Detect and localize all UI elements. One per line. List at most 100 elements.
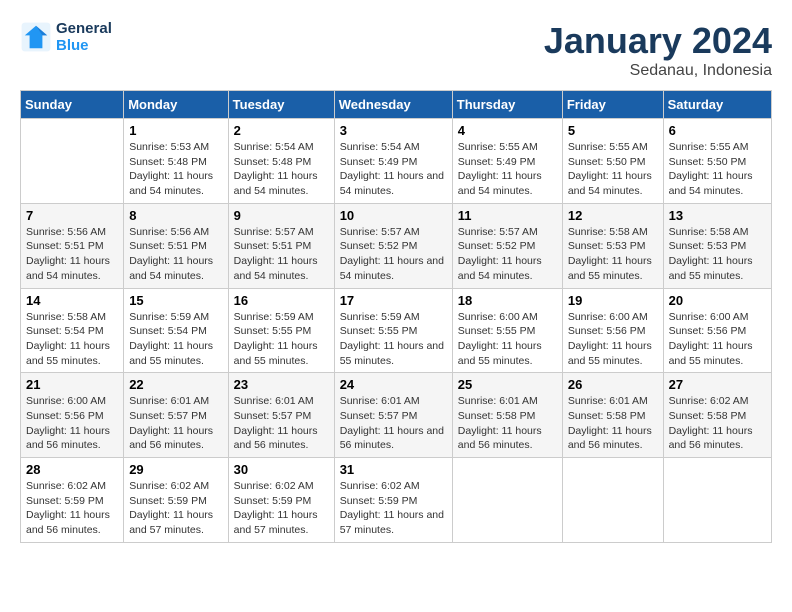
week-row-1: 1Sunrise: 5:53 AMSunset: 5:48 PMDaylight… — [21, 119, 772, 204]
week-row-5: 28 Sunrise: 6:02 AMSunset: 5:59 PMDayligh… — [21, 458, 772, 543]
day-number: 14 — [26, 293, 118, 308]
day-number: 21 — [26, 377, 118, 392]
day-number: 10 — [340, 208, 447, 223]
day-number: 23 — [234, 377, 329, 392]
day-cell-7: 7 Sunrise: 5:56 AMSunset: 5:51 PMDaylight… — [21, 203, 124, 288]
weekday-header-monday: Monday — [124, 91, 228, 119]
day-info: Sunrise: 6:02 AMSunset: 5:58 PMDaylight:… — [669, 394, 766, 453]
day-info: Sunrise: 5:54 AMSunset: 5:49 PMDaylight:… — [340, 140, 447, 199]
day-number: 29 — [129, 462, 222, 477]
day-number: 12 — [568, 208, 658, 223]
day-cell-14: 14 Sunrise: 5:58 AMSunset: 5:54 PMDayligh… — [21, 288, 124, 373]
day-cell-22: 22 Sunrise: 6:01 AMSunset: 5:57 PMDayligh… — [124, 373, 228, 458]
day-cell-31: 31 Sunrise: 6:02 AMSunset: 5:59 PMDayligh… — [334, 458, 452, 543]
day-number: 11 — [458, 208, 557, 223]
day-cell-16: 16Sunrise: 5:59 AMSunset: 5:55 PMDayligh… — [228, 288, 334, 373]
day-info: Sunrise: 6:02 AMSunset: 5:59 PMDaylight:… — [340, 479, 447, 538]
day-cell-27: 27 Sunrise: 6:02 AMSunset: 5:58 PMDayligh… — [663, 373, 771, 458]
day-cell-6: 6Sunrise: 5:55 AMSunset: 5:50 PMDaylight… — [663, 119, 771, 204]
day-info: Sunrise: 6:01 AMSunset: 5:57 PMDaylight:… — [129, 394, 222, 453]
logo-text: General Blue — [56, 20, 112, 54]
day-cell-12: 12 Sunrise: 5:58 AMSunset: 5:53 PMDayligh… — [562, 203, 663, 288]
day-number: 5 — [568, 123, 658, 138]
day-info: Sunrise: 6:02 AMSunset: 5:59 PMDaylight:… — [26, 479, 118, 538]
day-cell-20: 20Sunrise: 6:00 AMSunset: 5:56 PMDayligh… — [663, 288, 771, 373]
calendar-table: SundayMondayTuesdayWednesdayThursdayFrid… — [20, 90, 772, 543]
day-cell-3: 3Sunrise: 5:54 AMSunset: 5:49 PMDaylight… — [334, 119, 452, 204]
week-row-2: 7 Sunrise: 5:56 AMSunset: 5:51 PMDaylight… — [21, 203, 772, 288]
empty-cell — [21, 119, 124, 204]
day-number: 22 — [129, 377, 222, 392]
day-info: Sunrise: 5:59 AMSunset: 5:55 PMDaylight:… — [340, 310, 447, 369]
day-info: Sunrise: 5:57 AMSunset: 5:52 PMDaylight:… — [340, 225, 447, 284]
weekday-header-row: SundayMondayTuesdayWednesdayThursdayFrid… — [21, 91, 772, 119]
day-number: 31 — [340, 462, 447, 477]
title-block: January 2024 Sedanau, Indonesia — [544, 20, 772, 80]
day-info: Sunrise: 6:02 AMSunset: 5:59 PMDaylight:… — [234, 479, 329, 538]
day-cell-17: 17 Sunrise: 5:59 AMSunset: 5:55 PMDayligh… — [334, 288, 452, 373]
week-row-3: 14 Sunrise: 5:58 AMSunset: 5:54 PMDayligh… — [21, 288, 772, 373]
day-cell-15: 15 Sunrise: 5:59 AMSunset: 5:54 PMDayligh… — [124, 288, 228, 373]
day-cell-8: 8Sunrise: 5:56 AMSunset: 5:51 PMDaylight… — [124, 203, 228, 288]
day-info: Sunrise: 6:00 AMSunset: 5:56 PMDaylight:… — [568, 310, 658, 369]
weekday-header-saturday: Saturday — [663, 91, 771, 119]
day-cell-19: 19 Sunrise: 6:00 AMSunset: 5:56 PMDayligh… — [562, 288, 663, 373]
day-number: 6 — [669, 123, 766, 138]
day-number: 25 — [458, 377, 557, 392]
day-cell-9: 9 Sunrise: 5:57 AMSunset: 5:51 PMDaylight… — [228, 203, 334, 288]
day-cell-2: 2Sunrise: 5:54 AMSunset: 5:48 PMDaylight… — [228, 119, 334, 204]
weekday-header-tuesday: Tuesday — [228, 91, 334, 119]
calendar-title: January 2024 — [544, 20, 772, 62]
weekday-header-sunday: Sunday — [21, 91, 124, 119]
day-info: Sunrise: 6:02 AMSunset: 5:59 PMDaylight:… — [129, 479, 222, 538]
day-info: Sunrise: 5:58 AMSunset: 5:53 PMDaylight:… — [568, 225, 658, 284]
day-number: 9 — [234, 208, 329, 223]
day-number: 27 — [669, 377, 766, 392]
day-number: 30 — [234, 462, 329, 477]
calendar-subtitle: Sedanau, Indonesia — [544, 62, 772, 80]
day-info: Sunrise: 6:01 AMSunset: 5:58 PMDaylight:… — [568, 394, 658, 453]
day-number: 19 — [568, 293, 658, 308]
day-cell-25: 25 Sunrise: 6:01 AMSunset: 5:58 PMDayligh… — [452, 373, 562, 458]
day-number: 15 — [129, 293, 222, 308]
logo-icon — [20, 21, 52, 53]
day-info: Sunrise: 5:53 AMSunset: 5:48 PMDaylight:… — [129, 140, 222, 199]
week-row-4: 21 Sunrise: 6:00 AMSunset: 5:56 PMDayligh… — [21, 373, 772, 458]
day-info: Sunrise: 5:57 AMSunset: 5:51 PMDaylight:… — [234, 225, 329, 284]
weekday-header-thursday: Thursday — [452, 91, 562, 119]
day-cell-28: 28 Sunrise: 6:02 AMSunset: 5:59 PMDayligh… — [21, 458, 124, 543]
day-cell-11: 11 Sunrise: 5:57 AMSunset: 5:52 PMDayligh… — [452, 203, 562, 288]
weekday-header-friday: Friday — [562, 91, 663, 119]
day-number: 26 — [568, 377, 658, 392]
day-number: 2 — [234, 123, 329, 138]
empty-cell — [663, 458, 771, 543]
day-info: Sunrise: 5:55 AMSunset: 5:49 PMDaylight:… — [458, 140, 557, 199]
day-cell-5: 5Sunrise: 5:55 AMSunset: 5:50 PMDaylight… — [562, 119, 663, 204]
day-cell-24: 24Sunrise: 6:01 AMSunset: 5:57 PMDayligh… — [334, 373, 452, 458]
day-info: Sunrise: 6:00 AMSunset: 5:55 PMDaylight:… — [458, 310, 557, 369]
day-cell-18: 18 Sunrise: 6:00 AMSunset: 5:55 PMDayligh… — [452, 288, 562, 373]
day-number: 28 — [26, 462, 118, 477]
day-info: Sunrise: 6:00 AMSunset: 5:56 PMDaylight:… — [26, 394, 118, 453]
day-number: 13 — [669, 208, 766, 223]
logo: General Blue — [20, 20, 112, 54]
day-cell-21: 21 Sunrise: 6:00 AMSunset: 5:56 PMDayligh… — [21, 373, 124, 458]
day-info: Sunrise: 5:56 AMSunset: 5:51 PMDaylight:… — [26, 225, 118, 284]
day-number: 20 — [669, 293, 766, 308]
day-number: 8 — [129, 208, 222, 223]
day-cell-4: 4Sunrise: 5:55 AMSunset: 5:49 PMDaylight… — [452, 119, 562, 204]
empty-cell — [452, 458, 562, 543]
day-cell-1: 1Sunrise: 5:53 AMSunset: 5:48 PMDaylight… — [124, 119, 228, 204]
day-number: 7 — [26, 208, 118, 223]
day-info: Sunrise: 6:01 AMSunset: 5:58 PMDaylight:… — [458, 394, 557, 453]
day-info: Sunrise: 6:01 AMSunset: 5:57 PMDaylight:… — [234, 394, 329, 453]
day-cell-10: 10 Sunrise: 5:57 AMSunset: 5:52 PMDayligh… — [334, 203, 452, 288]
day-info: Sunrise: 5:59 AMSunset: 5:54 PMDaylight:… — [129, 310, 222, 369]
day-info: Sunrise: 5:57 AMSunset: 5:52 PMDaylight:… — [458, 225, 557, 284]
day-number: 17 — [340, 293, 447, 308]
day-number: 18 — [458, 293, 557, 308]
empty-cell — [562, 458, 663, 543]
day-cell-13: 13Sunrise: 5:58 AMSunset: 5:53 PMDayligh… — [663, 203, 771, 288]
day-info: Sunrise: 5:58 AMSunset: 5:54 PMDaylight:… — [26, 310, 118, 369]
day-info: Sunrise: 5:59 AMSunset: 5:55 PMDaylight:… — [234, 310, 329, 369]
